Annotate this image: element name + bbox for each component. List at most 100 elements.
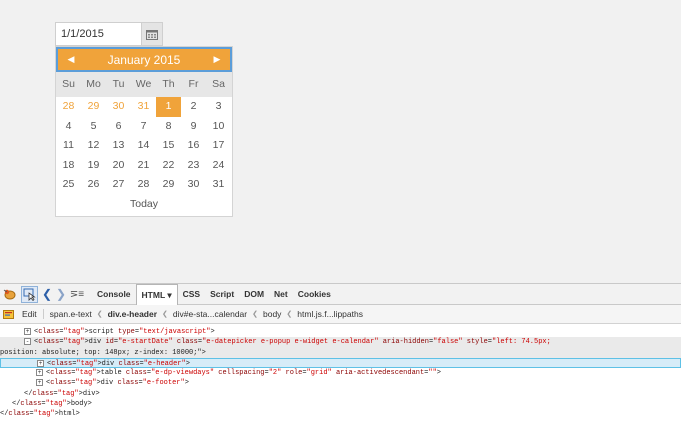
firebug-toolbar: ❮ ❯ ⋝≡ Console HTML ▾ CSS Script DOM Net Cooki… — [0, 283, 681, 305]
tree-node[interactable]: + <class="tag">script type="text/javascri… — [0, 327, 681, 337]
tree-node[interactable]: + <class="tag">table class="e-dp-viewdays… — [0, 368, 681, 378]
day-cell[interactable]: 18 — [56, 156, 81, 176]
day-cell[interactable]: 21 — [131, 156, 156, 176]
today-button[interactable]: Today — [56, 194, 232, 214]
tree-node-markup: </class="tag">div> — [24, 389, 100, 398]
calendar-week-row: 18 19 20 21 22 23 24 — [56, 156, 232, 176]
expand-icon[interactable]: + — [24, 327, 31, 335]
date-input[interactable] — [56, 23, 142, 45]
expand-icon[interactable]: + — [37, 359, 44, 367]
tree-node-markup: position: absolute; top: 148px; z-index:… — [0, 348, 206, 357]
calendar-week-row: 28 29 30 31 1 2 3 — [56, 97, 232, 117]
day-cell[interactable]: 16 — [181, 136, 206, 156]
tree-node[interactable]: </class="tag">body> — [0, 399, 681, 409]
tree-node-markup: <class="tag">div class="e-header"> — [47, 359, 190, 368]
tree-node[interactable]: </class="tag">html> — [0, 409, 681, 419]
day-cell[interactable]: 14 — [131, 136, 156, 156]
day-cell[interactable]: 17 — [206, 136, 231, 156]
day-cell[interactable]: 4 — [56, 117, 81, 137]
day-cell[interactable]: 25 — [56, 175, 81, 195]
day-cell[interactable]: 19 — [81, 156, 106, 176]
tree-node[interactable]: - <class="tag">div id="e-startDate" class… — [0, 337, 681, 348]
calendar-popup: ◀ January 2015 ▶ Su Mo Tu We Th Fr Sa 28 29 30 31… — [55, 46, 233, 217]
forward-icon[interactable]: ❯ — [56, 285, 66, 303]
back-icon[interactable]: ❮ — [42, 285, 52, 303]
tab-dom[interactable]: DOM — [239, 284, 269, 304]
calendar-grid: 28 29 30 31 1 2 3 4 5 6 7 8 9 10 11 12 13 14 15 16 17 18 19 20 2… — [56, 97, 232, 195]
weekday-label: Fr — [188, 78, 199, 90]
breadcrumb-item[interactable]: span.e-text — [50, 309, 92, 319]
tree-node-markup: <class="tag">script type="text/javascrip… — [34, 328, 215, 336]
day-cell[interactable]: 24 — [206, 156, 231, 176]
breadcrumb-item[interactable]: div#e-sta...calendar — [173, 309, 247, 319]
tree-node[interactable]: + <class="tag">div class="e-footer"> — [0, 378, 681, 388]
expand-icon[interactable]: + — [36, 368, 43, 376]
inspect-element-icon[interactable] — [21, 285, 38, 303]
day-cell[interactable]: 29 — [156, 175, 181, 195]
day-cell[interactable]: 30 — [106, 97, 131, 117]
day-cell[interactable]: 2 — [181, 97, 206, 117]
firebug-icon[interactable] — [3, 285, 17, 303]
day-cell[interactable]: 12 — [81, 136, 106, 156]
tab-console[interactable]: Console — [92, 284, 136, 304]
calendar-week-row: 11 12 13 14 15 16 17 — [56, 136, 232, 156]
month-title[interactable]: January 2015 — [108, 53, 181, 67]
breadcrumb-separator-icon: ❮ — [252, 311, 258, 318]
day-cell[interactable]: 26 — [81, 175, 106, 195]
tab-net[interactable]: Net — [269, 284, 293, 304]
day-cell[interactable]: 7 — [131, 117, 156, 137]
calendar-week-row: 25 26 27 28 29 30 31 — [56, 175, 232, 195]
tree-node-markup: </class="tag">body> — [12, 400, 92, 409]
day-cell[interactable]: 13 — [106, 136, 131, 156]
breakpoint-icon[interactable] — [3, 309, 14, 320]
day-cell[interactable]: 11 — [56, 136, 81, 156]
date-input-wrapper — [55, 22, 163, 46]
breadcrumb-item[interactable]: html.js.f...lippaths — [297, 309, 363, 319]
tree-node[interactable]: position: absolute; top: 148px; z-index:… — [0, 347, 681, 358]
day-cell[interactable]: 29 — [81, 97, 106, 117]
demo-page: ◀ January 2015 ▶ SuMoTuWeThFrSa 28293031… — [0, 0, 681, 280]
html-tree: + <class="tag">script type="text/javascri… — [0, 324, 681, 420]
day-cell[interactable]: 28 — [56, 97, 81, 117]
day-cell[interactable]: 9 — [181, 117, 206, 137]
weekday-label: Tu — [112, 78, 125, 90]
breadcrumb-item[interactable]: div.e-header — [108, 309, 157, 319]
day-cell[interactable]: 28 — [131, 175, 156, 195]
day-cell[interactable]: 31 — [206, 175, 231, 195]
collapse-icon[interactable]: - — [24, 337, 31, 345]
day-cell[interactable]: 23 — [181, 156, 206, 176]
calendar-icon[interactable] — [141, 23, 162, 45]
selected-day-cell[interactable]: 1 — [156, 97, 181, 117]
weekday-label: We — [135, 78, 152, 90]
calendar-header[interactable]: ◀ January 2015 ▶ — [56, 47, 232, 72]
weekday-header: Su Mo Tu We Th Fr Sa — [56, 72, 232, 97]
day-cell[interactable]: 22 — [156, 156, 181, 176]
day-cell[interactable]: 3 — [206, 97, 231, 117]
day-cell[interactable]: 8 — [156, 117, 181, 137]
tree-node[interactable]: </class="tag">div> — [0, 389, 681, 399]
tree-node-markup: </class="tag">html> — [0, 410, 80, 419]
expand-icon[interactable]: + — [36, 379, 43, 387]
prev-month-icon[interactable]: ◀ — [60, 49, 82, 70]
breadcrumb-separator-icon: ❮ — [162, 311, 168, 318]
tab-html[interactable]: HTML ▾ — [135, 284, 178, 305]
breadcrumb-item[interactable]: body — [263, 309, 281, 319]
command-line-icon[interactable]: ⋝≡ — [70, 285, 84, 303]
tab-cookies[interactable]: Cookies — [293, 284, 336, 304]
day-cell[interactable]: 31 — [131, 97, 156, 117]
day-cell[interactable]: 15 — [156, 136, 181, 156]
tree-node-markup: <class="tag">div class="e-footer"> — [46, 379, 189, 388]
edit-button[interactable]: Edit — [18, 309, 44, 319]
tab-script[interactable]: Script — [205, 284, 239, 304]
day-cell[interactable]: 6 — [106, 117, 131, 137]
tree-node-selected[interactable]: + <class="tag">div class="e-header"> — [0, 357, 681, 369]
day-cell[interactable]: 5 — [81, 117, 106, 137]
day-cell[interactable]: 20 — [106, 156, 131, 176]
next-month-icon[interactable]: ▶ — [206, 49, 228, 70]
day-cell[interactable]: 27 — [106, 175, 131, 195]
day-cell[interactable]: 30 — [181, 175, 206, 195]
weekday-label: Th — [162, 78, 175, 90]
day-cell[interactable]: 10 — [206, 117, 231, 137]
tab-css[interactable]: CSS — [178, 284, 205, 304]
breadcrumb-separator-icon: ❮ — [286, 311, 293, 318]
